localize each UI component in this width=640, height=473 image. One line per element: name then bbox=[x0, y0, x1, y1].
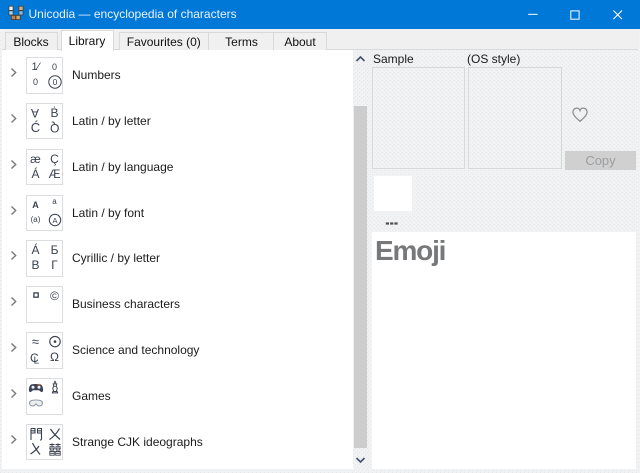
svg-text:A: A bbox=[52, 215, 57, 224]
svg-text:0: 0 bbox=[52, 77, 57, 87]
svg-text:L: L bbox=[33, 356, 39, 367]
